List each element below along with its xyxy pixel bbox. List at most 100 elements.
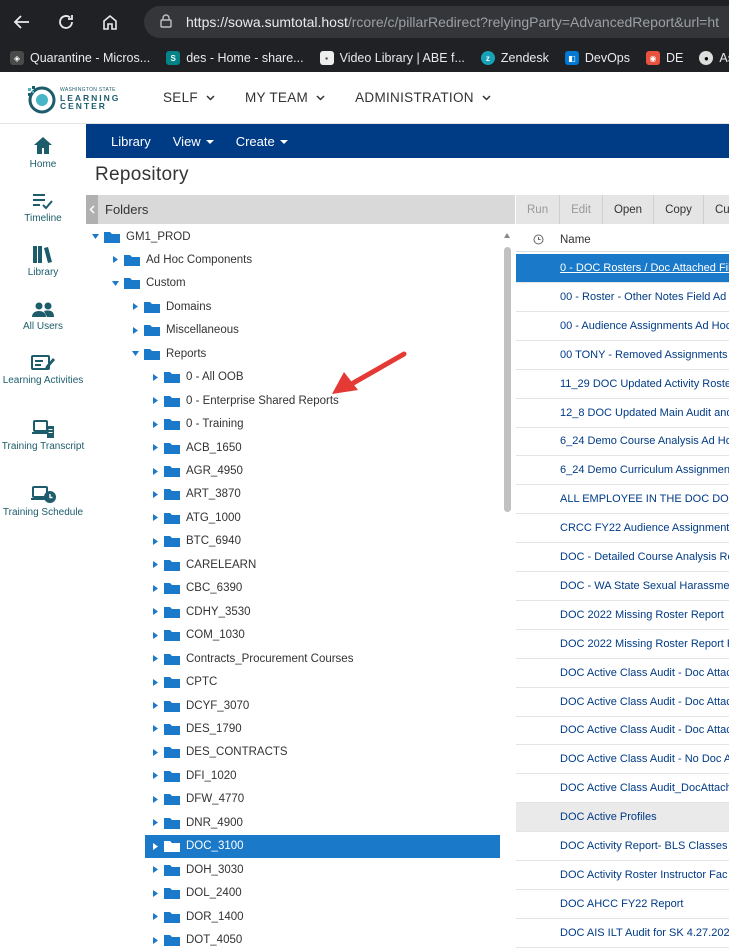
rail-training-schedule[interactable]: Training Schedule	[0, 482, 86, 519]
clock-icon[interactable]	[516, 234, 560, 245]
triangle-right-icon[interactable]	[150, 841, 160, 851]
report-list-row[interactable]: DOC - Detailed Course Analysis Re	[516, 543, 729, 572]
triangle-right-icon[interactable]	[150, 466, 160, 476]
report-list-row[interactable]: 00 - Roster - Other Notes Field Ad H	[516, 283, 729, 312]
report-name[interactable]: 6_24 Demo Curriculum Assignmen	[560, 464, 729, 476]
triangle-right-icon[interactable]	[150, 396, 160, 406]
tree-folder-row[interactable]: DES_CONTRACTS	[150, 741, 288, 764]
triangle-right-icon[interactable]	[150, 794, 160, 804]
report-list-row[interactable]: 00 TONY - Removed Assignments A	[516, 341, 729, 370]
report-name[interactable]: ALL EMPLOYEE IN THE DOC DOMAI	[560, 493, 729, 505]
report-name[interactable]: DOC - WA State Sexual Harassmen	[560, 580, 729, 592]
triangle-right-icon[interactable]	[150, 513, 160, 523]
cut-button[interactable]: Cut	[704, 195, 729, 224]
logo[interactable]: WASHINGTON STATE LEARNING CENTER	[26, 84, 120, 114]
triangle-right-icon[interactable]	[150, 489, 160, 499]
report-name[interactable]: DOC AHCC FY22 Report	[560, 898, 683, 910]
address-bar[interactable]: https://sowa.sumtotal.host/rcore/c/pilla…	[144, 6, 729, 38]
library-menu[interactable]: Library	[111, 134, 151, 149]
triangle-right-icon[interactable]	[150, 419, 160, 429]
report-list-row[interactable]: CRCC FY22 Audience Assignments	[516, 514, 729, 544]
edit-button[interactable]: Edit	[560, 195, 603, 224]
report-list-row[interactable]: DOC AHCC FY22 Report	[516, 890, 729, 919]
tree-folder-row[interactable]: GM1_PROD	[90, 225, 191, 248]
report-name[interactable]: DOC Active Class Audit - No Doc At	[560, 753, 729, 765]
report-name[interactable]: 00 TONY - Removed Assignments A	[560, 349, 729, 361]
run-button[interactable]: Run	[516, 195, 561, 224]
tree-folder-row[interactable]: Custom	[110, 272, 186, 295]
report-name[interactable]: DOC - Detailed Course Analysis Re	[560, 551, 729, 563]
create-menu[interactable]: Create	[236, 134, 288, 149]
triangle-right-icon[interactable]	[150, 912, 160, 922]
triangle-right-icon[interactable]	[150, 935, 160, 945]
triangle-right-icon[interactable]	[150, 536, 160, 546]
bookmark-de[interactable]: ◉ DE	[646, 51, 683, 65]
tree-folder-row[interactable]: AGR_4950	[150, 460, 243, 483]
tree-folder-row[interactable]: ATG_1000	[150, 506, 241, 529]
tree-folder-row[interactable]: CBC_6390	[150, 577, 242, 600]
tree-folder-row[interactable]: DOL_2400	[150, 882, 242, 905]
triangle-right-icon[interactable]	[150, 818, 160, 828]
report-list-row[interactable]: DOC - WA State Sexual Harassmen	[516, 572, 729, 601]
report-list-row[interactable]: DOC Active Class Audit - Doc Attac	[516, 716, 729, 746]
report-list-row[interactable]: DOC Activity Report- BLS Classes 2	[516, 832, 729, 861]
rail-all-users[interactable]: All Users	[0, 296, 86, 333]
report-list-row[interactable]: DOC Active Class Audit - Doc Attac	[516, 659, 729, 688]
triangle-right-icon[interactable]	[150, 630, 160, 640]
report-list-row[interactable]: 6_24 Demo Course Analysis Ad Ho	[516, 427, 729, 457]
tree-folder-row[interactable]: 0 - Training	[150, 413, 244, 436]
triangle-right-icon[interactable]	[150, 560, 160, 570]
bookmark-video-library[interactable]: ▪ Video Library | ABE f...	[319, 51, 465, 65]
report-list-row[interactable]: 0 - DOC Rosters / Doc Attached Filte	[516, 254, 729, 283]
home-button[interactable]	[88, 0, 132, 44]
tree-folder-row[interactable]: DCYF_3070	[150, 694, 249, 717]
tree-folder-row[interactable]: CDHY_3530	[150, 600, 251, 623]
triangle-right-icon[interactable]	[150, 583, 160, 593]
report-list-row[interactable]: DOC Activity Roster Instructor Fac	[516, 861, 729, 890]
report-list-row[interactable]: DOC AIS ILT Audit for SK 4.27.2022	[516, 919, 729, 948]
report-name[interactable]: 0 - DOC Rosters / Doc Attached Filte	[560, 262, 729, 274]
triangle-right-icon[interactable]	[130, 325, 140, 335]
open-button[interactable]: Open	[603, 195, 655, 224]
report-list-row[interactable]: 00 - Audience Assignments Ad Hoc	[516, 312, 729, 341]
report-name[interactable]: DOC 2022 Missing Roster Report	[560, 609, 724, 621]
triangle-right-icon[interactable]	[150, 701, 160, 711]
rail-home[interactable]: Home	[0, 134, 86, 171]
report-name[interactable]: 00 - Roster - Other Notes Field Ad H	[560, 291, 729, 303]
tree-folder-row[interactable]: Domains	[130, 295, 211, 318]
rail-timeline[interactable]: Timeline	[0, 188, 86, 225]
tree-folder-row[interactable]: 0 - Enterprise Shared Reports	[150, 389, 339, 412]
report-name[interactable]: DOC Activity Roster Instructor Fac	[560, 869, 727, 881]
report-list-row[interactable]: 12_8 DOC Updated Main Audit and	[516, 399, 729, 428]
nav-administration[interactable]: ADMINISTRATION	[355, 90, 491, 105]
bookmark-quarantine[interactable]: ◈ Quarantine - Micros...	[10, 51, 150, 65]
report-name[interactable]: 11_29 DOC Updated Activity Roster	[560, 378, 729, 390]
triangle-right-icon[interactable]	[150, 771, 160, 781]
tree-folder-row[interactable]: DFI_1020	[150, 764, 237, 787]
triangle-right-icon[interactable]	[150, 865, 160, 875]
tree-folder-row[interactable]: CPTC	[150, 671, 217, 694]
triangle-down-icon[interactable]	[130, 349, 140, 359]
bookmark-zendesk[interactable]: z Zendesk	[480, 51, 549, 65]
tree-folder-row[interactable]: DES_1790	[150, 717, 242, 740]
tree-folder-row[interactable]: CARELEARN	[150, 553, 256, 576]
triangle-right-icon[interactable]	[150, 443, 160, 453]
report-list-row[interactable]: DOC 2022 Missing Roster Report	[516, 601, 729, 630]
tree-folder-row[interactable]: Ad Hoc Components	[110, 248, 252, 271]
report-name[interactable]: 6_24 Demo Course Analysis Ad Ho	[560, 435, 729, 447]
tree-folder-row[interactable]: 0 - All OOB	[150, 366, 244, 389]
report-name[interactable]: DOC Active Class Audit_DocAttach	[560, 782, 729, 794]
triangle-right-icon[interactable]	[150, 724, 160, 734]
report-list-row[interactable]: DOC 2022 Missing Roster Report R	[516, 630, 729, 659]
copy-button[interactable]: Copy	[654, 195, 704, 224]
tree-folder-row[interactable]: ART_3870	[150, 483, 241, 506]
tree-folder-row[interactable]: DOH_3030	[150, 858, 244, 881]
triangle-right-icon[interactable]	[150, 888, 160, 898]
tree-folder-row[interactable]: DOT_4050	[150, 929, 242, 949]
triangle-right-icon[interactable]	[150, 747, 160, 757]
report-name[interactable]: CRCC FY22 Audience Assignments	[560, 522, 729, 534]
report-name[interactable]: DOC Active Class Audit - Doc Attac	[560, 667, 729, 679]
report-name[interactable]: DOC Active Class Audit - Doc Attac	[560, 724, 729, 736]
nav-my-team[interactable]: MY TEAM	[245, 90, 325, 105]
report-list-row[interactable]: DOC Active Profiles	[516, 803, 729, 833]
